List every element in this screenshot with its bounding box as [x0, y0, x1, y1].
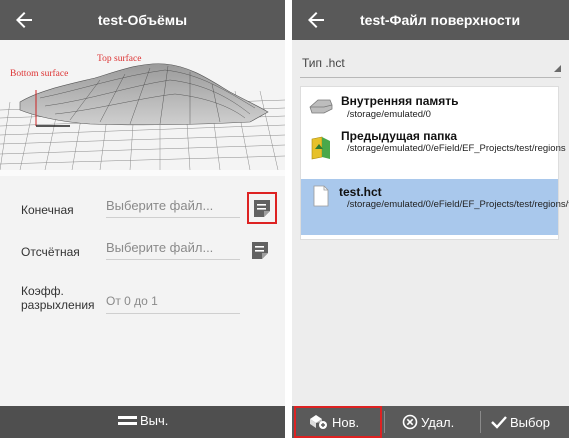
new-button[interactable]: Нов. — [294, 406, 382, 438]
volumes-screen: test-Объёмы Top surface Bottom surface К… — [0, 0, 285, 438]
file-list: Внутренняя память /storage/emulated/0 Пр… — [300, 86, 569, 240]
loosening-coef-input[interactable]: От 0 до 1 — [106, 290, 240, 314]
bottom-bar: Выч. — [0, 406, 285, 438]
loosening-coef-label: Коэфф. разрыхления — [21, 284, 95, 312]
divider — [384, 411, 385, 433]
dropdown-corner-icon — [554, 65, 561, 72]
list-item[interactable]: test.hct /storage/emulated/0/eField/EF_P… — [301, 179, 569, 235]
select-button[interactable]: Выбор — [486, 406, 569, 438]
folder-up-icon — [311, 136, 330, 160]
file-path: /storage/emulated/0 — [347, 109, 431, 120]
select-underline — [300, 77, 561, 78]
bottom-surface-label: Bottom surface — [10, 69, 69, 79]
final-surface-label: Конечная — [21, 203, 74, 217]
new-label: Нов. — [332, 414, 360, 430]
list-item[interactable]: Предыдущая папка /storage/emulated/0/eFi… — [301, 123, 566, 177]
file-type-label: Тип .hct — [302, 56, 345, 70]
delete-label: Удал. — [421, 414, 455, 430]
select-label: Выбор — [510, 414, 550, 430]
top-surface-label: Top surface — [97, 54, 142, 64]
checkmark-icon — [491, 416, 507, 429]
final-surface-field[interactable]: Выберите файл... — [106, 194, 240, 218]
bottom-bar: Нов. Удал. Выбор — [292, 406, 569, 438]
list-item[interactable]: Внутренняя память /storage/emulated/0 — [301, 87, 558, 121]
app-bar: test-Объёмы — [0, 0, 285, 40]
reference-surface-row: Отсчётная Выберите файл... — [0, 236, 285, 266]
file-name: Предыдущая папка — [341, 129, 458, 143]
file-picker-icon[interactable] — [247, 192, 277, 224]
file-name: test.hct — [339, 185, 382, 199]
surface-file-picker: test-Файл поверхности Тип .hct Внутрення… — [292, 0, 569, 438]
file-path: /storage/emulated/0/eField/EF_Projects/t… — [347, 143, 566, 154]
close-circle-icon — [402, 414, 418, 430]
file-type-select[interactable]: Тип .hct — [292, 40, 569, 80]
app-bar: test-Файл поверхности — [292, 0, 569, 40]
volume-form: Конечная Выберите файл... Отсчётная Выбе… — [0, 176, 285, 406]
file-picker-icon[interactable] — [249, 238, 271, 262]
screenshot-stage: test-Объёмы Top surface Bottom surface К… — [0, 0, 569, 438]
file-path: /storage/emulated/0/eField/EF_Projects/t… — [347, 199, 569, 210]
divider — [480, 411, 481, 433]
back-arrow-icon[interactable] — [304, 8, 328, 32]
reference-surface-field[interactable]: Выберите файл... — [106, 236, 240, 260]
final-surface-row: Конечная Выберите файл... — [0, 192, 285, 224]
calculate-button[interactable]: Выч. — [118, 413, 168, 428]
delete-button[interactable]: Удал. — [392, 406, 474, 438]
page-title: test-Объёмы — [97, 12, 188, 28]
terrain-wireframe — [0, 40, 285, 170]
loosening-coef-row: Коэфф. разрыхления От 0 до 1 — [0, 282, 285, 322]
page-title: test-Файл поверхности — [360, 12, 521, 28]
reference-surface-label: Отсчётная — [21, 245, 80, 259]
drive-icon — [309, 99, 333, 114]
file-icon — [313, 185, 329, 207]
menu-icon — [118, 415, 137, 427]
new-file-icon — [310, 415, 327, 429]
file-name: Внутренняя память — [341, 94, 459, 108]
calculate-label: Выч. — [140, 413, 169, 428]
terrain-3d-image: Top surface Bottom surface — [0, 40, 285, 170]
